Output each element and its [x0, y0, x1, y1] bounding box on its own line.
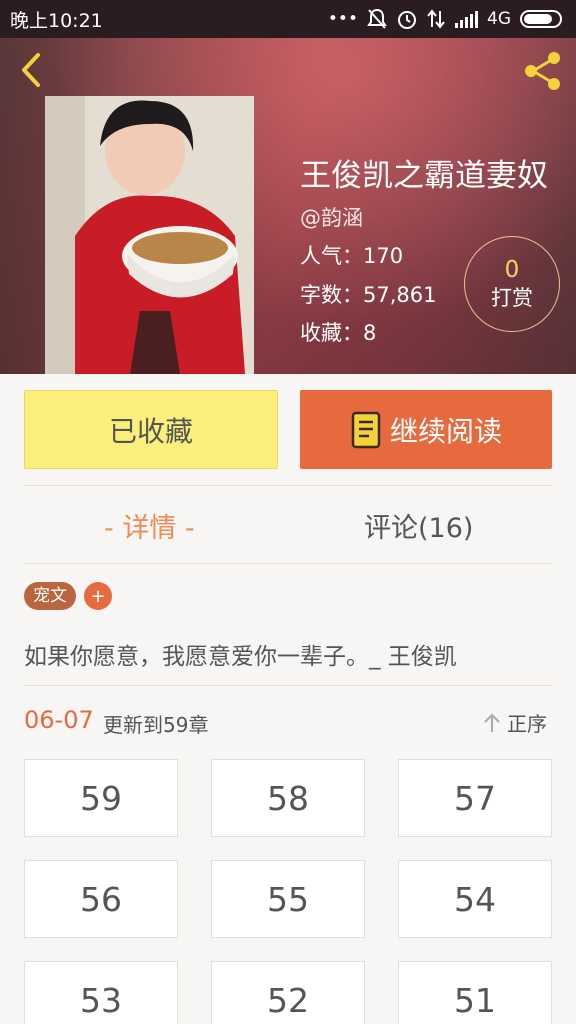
book-summary: 如果你愿意，我愿意爱你一辈子。_ 王俊凯 [24, 644, 457, 670]
status-time: 晚上10:21 [10, 9, 103, 32]
book-author[interactable]: @韵涵 [300, 202, 363, 232]
favorite-button[interactable]: 已收藏 [24, 390, 278, 469]
divider [24, 685, 552, 686]
book-title: 王俊凯之霸道妻奴 [300, 158, 548, 194]
arrow-up-icon [484, 713, 500, 732]
book-header: 王俊凯之霸道妻奴 @韵涵 人气：170 字数：57,861 收藏：8 0 打赏 [0, 38, 576, 374]
status-bar: 晚上10:21 ••• 4G [0, 0, 576, 38]
dots-icon: ••• [327, 9, 358, 29]
back-button[interactable] [14, 50, 50, 90]
chapter-button[interactable]: 51 [398, 961, 552, 1024]
popularity-stat: 人气：170 [300, 244, 404, 268]
book-cover[interactable] [45, 96, 254, 374]
chapter-button[interactable]: 58 [211, 759, 365, 837]
signal-icon [455, 11, 478, 28]
cover-image [45, 96, 254, 374]
chapter-button[interactable]: 59 [24, 759, 178, 837]
update-date: 06-07 [24, 706, 94, 734]
tip-button[interactable]: 0 打赏 [464, 236, 560, 332]
status-icons: ••• 4G [328, 8, 562, 30]
mute-icon [367, 8, 387, 29]
alarm-icon [398, 11, 416, 29]
divider [24, 485, 552, 486]
chapter-button[interactable]: 52 [211, 961, 365, 1024]
update-text: 更新到59章 [103, 713, 209, 737]
tab-comments[interactable]: 评论(16) [364, 506, 473, 545]
chapter-button[interactable]: 57 [398, 759, 552, 837]
chapter-button[interactable]: 53 [24, 961, 178, 1024]
add-tag-button[interactable]: + [84, 582, 112, 610]
continue-reading-label: 继续阅读 [389, 414, 502, 448]
tag-list: 宠文 + [24, 582, 112, 610]
continue-reading-button[interactable]: 继续阅读 [300, 390, 552, 469]
tip-count: 0 [504, 257, 520, 283]
sort-order-label: 正序 [507, 712, 547, 736]
divider [24, 563, 552, 564]
book-icon [351, 411, 381, 448]
data-transfer-icon [427, 9, 445, 29]
chapter-button[interactable]: 56 [24, 860, 178, 938]
network-label: 4G [487, 9, 511, 29]
sort-order-button[interactable]: 正序 [483, 708, 547, 737]
favorites-stat: 收藏：8 [300, 321, 377, 345]
tab-detail[interactable]: - 详情 - [104, 506, 195, 545]
share-button[interactable] [520, 48, 566, 94]
word-count-stat: 字数：57,861 [300, 283, 437, 307]
chapter-button[interactable]: 55 [211, 860, 365, 938]
battery-icon [520, 10, 562, 28]
chapter-button[interactable]: 54 [398, 860, 552, 938]
tip-label: 打赏 [491, 286, 533, 310]
tag-chip[interactable]: 宠文 [24, 582, 76, 610]
